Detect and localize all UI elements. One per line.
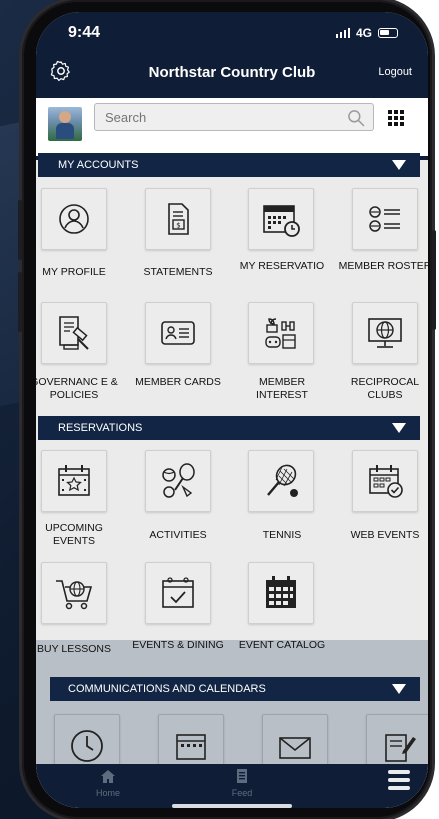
- feed-icon: [237, 769, 247, 783]
- globe-monitor-icon: [368, 318, 402, 348]
- app-screen: 9:44 4G Northstar Country Club Logout MY…: [36, 12, 428, 808]
- clock-icon: [71, 730, 103, 762]
- search-input[interactable]: [94, 103, 374, 131]
- logout-button[interactable]: Logout: [378, 66, 412, 78]
- search-icon[interactable]: [346, 108, 366, 128]
- member-roster-tile[interactable]: [352, 188, 418, 250]
- svg-text:$: $: [176, 222, 180, 230]
- web-events-tile[interactable]: [352, 450, 418, 512]
- governance-label: GOVERNANC E & POLICIES: [36, 376, 118, 401]
- tab-feed-label: Feed: [231, 788, 253, 798]
- calendar-check-icon: [369, 465, 403, 498]
- section-title: RESERVATIONS: [58, 422, 143, 434]
- club-title: Northstar Country Club: [148, 64, 316, 81]
- section-communications[interactable]: COMMUNICATIONS AND CALENDARS: [50, 677, 420, 701]
- section-title: COMMUNICATIONS AND CALENDARS: [68, 683, 266, 695]
- status-indicators: 4G: [335, 26, 398, 40]
- tab-home[interactable]: Home: [78, 768, 138, 798]
- section-reservations[interactable]: RESERVATIONS: [38, 416, 420, 440]
- power-button: [432, 230, 436, 330]
- reciprocal-clubs-tile[interactable]: [352, 302, 418, 364]
- search-row: [36, 98, 428, 156]
- activities-tile[interactable]: [145, 450, 211, 512]
- battery-icon: [378, 28, 398, 38]
- statement-document-icon: $: [168, 203, 189, 235]
- signal-icon: [335, 28, 350, 38]
- collapse-triangle-icon[interactable]: [392, 160, 406, 170]
- upcoming-events-label: UPCOMING EVENTS: [45, 522, 103, 547]
- status-time: 9:44: [68, 24, 101, 41]
- calendar-star-icon: [58, 465, 90, 496]
- section-title: MY ACCOUNTS: [58, 159, 139, 171]
- network-label: 4G: [355, 26, 372, 40]
- statements-tile[interactable]: $: [145, 188, 211, 250]
- gavel-document-icon: [59, 316, 89, 350]
- member-cards-tile[interactable]: [145, 302, 211, 364]
- reciprocal-clubs-label: RECIPROCAL CLUBS: [350, 376, 420, 401]
- my-profile-tile[interactable]: [41, 188, 107, 250]
- governance-tile[interactable]: [41, 302, 107, 364]
- tennis-tile[interactable]: [248, 450, 314, 512]
- buy-lessons-label: BUY LESSONS: [37, 643, 111, 655]
- events-dining-tile[interactable]: [145, 562, 211, 624]
- menu-hamburger-icon[interactable]: [388, 770, 410, 792]
- tab-home-label: Home: [95, 788, 120, 798]
- apps-grid-icon[interactable]: [388, 110, 404, 126]
- roster-list-icon: [369, 206, 400, 232]
- notepad-pencil-icon: [385, 734, 416, 762]
- tennis-label: TENNIS: [262, 529, 302, 541]
- home-indicator[interactable]: [172, 804, 292, 808]
- home-icon: [101, 770, 115, 783]
- volume-button: [18, 200, 22, 260]
- interests-icon: [265, 318, 296, 349]
- activities-label: ACTIVITIES: [149, 529, 207, 541]
- calendar-grid-icon: [266, 576, 296, 608]
- buy-lessons-tile[interactable]: [41, 562, 107, 624]
- my-reservations-tile[interactable]: [248, 188, 314, 250]
- tab-feed[interactable]: Feed: [212, 768, 272, 798]
- web-events-label: WEB EVENTS: [350, 529, 420, 541]
- bottom-tab-bar: Home Feed: [36, 764, 428, 808]
- statements-label: STATEMENTS: [143, 266, 213, 278]
- calendar-checkmark-icon: [162, 577, 194, 608]
- collapse-triangle-icon[interactable]: [392, 684, 406, 694]
- member-cards-label: MEMBER CARDS: [135, 376, 221, 388]
- my-profile-label: MY PROFILE: [42, 266, 106, 278]
- events-dining-label: EVENTS & DINING: [132, 639, 224, 651]
- collapse-triangle-icon[interactable]: [392, 423, 406, 433]
- event-catalog-tile[interactable]: [248, 562, 314, 624]
- upcoming-events-tile[interactable]: [41, 450, 107, 512]
- envelope-icon: [279, 737, 311, 759]
- calendar-icon: [176, 734, 206, 760]
- member-roster-label: MEMBER ROSTER: [338, 260, 428, 272]
- id-card-icon: [161, 321, 195, 345]
- member-interest-tile[interactable]: [248, 302, 314, 364]
- avatar[interactable]: [48, 107, 82, 141]
- member-interest-label: MEMBER INTEREST: [256, 376, 308, 401]
- profile-icon: [59, 204, 89, 234]
- shopping-cart-globe-icon: [56, 580, 93, 610]
- section-my-accounts[interactable]: MY ACCOUNTS: [38, 153, 420, 177]
- tennis-racket-icon: [267, 464, 298, 497]
- calendar-clock-icon: [263, 205, 300, 237]
- volume-button: [18, 272, 22, 332]
- sports-equipment-icon: [162, 463, 195, 498]
- my-reservations-label: MY RESERVATIO: [239, 260, 325, 272]
- event-catalog-label: EVENT CATALOG: [238, 639, 326, 651]
